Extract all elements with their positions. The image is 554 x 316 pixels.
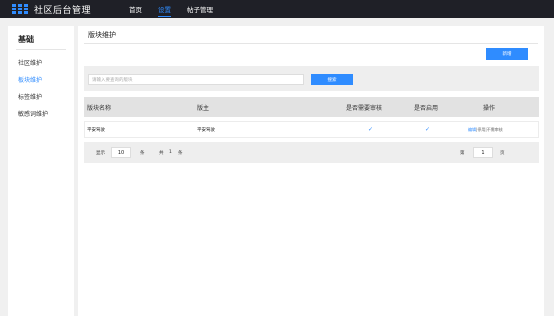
page-prefix: 第 bbox=[460, 150, 465, 156]
nav-item-settings[interactable]: 设置 bbox=[150, 0, 179, 18]
main-panel: 版块维护 新增 请输入要查询的版块 搜索 版块名称 版主 是否需要审核 是否启用… bbox=[78, 26, 544, 316]
add-button[interactable]: 新增 bbox=[486, 48, 528, 60]
needs-review-check-icon: ✓ bbox=[368, 126, 374, 133]
no-review-link[interactable]: 不需审核 bbox=[487, 127, 503, 133]
tab-board-maintenance[interactable]: 版块维护 bbox=[88, 30, 116, 44]
total-label: 共 bbox=[159, 150, 164, 156]
grid-logo-icon bbox=[12, 4, 28, 14]
page-size-input[interactable]: 10 bbox=[111, 147, 131, 158]
nav-item-post-management[interactable]: 帖子管理 bbox=[179, 0, 221, 18]
top-nav-bar: 社区后台管理 首页 设置 帖子管理 bbox=[0, 0, 554, 18]
page-number-input[interactable]: 1 bbox=[473, 147, 493, 158]
sidebar-item-board[interactable]: 板块维护 bbox=[8, 71, 74, 88]
column-header-moderator: 版主 bbox=[197, 104, 210, 112]
edit-link[interactable]: 编辑 bbox=[468, 127, 476, 133]
page-size-unit: 条 bbox=[140, 150, 145, 156]
table-header: 版块名称 版主 是否需要审核 是否启用 操作 bbox=[84, 97, 539, 117]
column-header-actions: 操作 bbox=[483, 104, 496, 112]
total-unit: 条 bbox=[178, 150, 183, 156]
tab-divider bbox=[84, 43, 538, 44]
disable-link[interactable]: 停用 bbox=[477, 127, 485, 133]
sidebar: 基础 社区维护 板块维护 标签维护 敏感词维护 bbox=[8, 26, 74, 316]
page-unit: 页 bbox=[500, 150, 505, 156]
column-header-needs-review: 是否需要审核 bbox=[346, 104, 383, 112]
sidebar-divider bbox=[16, 49, 66, 50]
search-input[interactable]: 请输入要查询的版块 bbox=[88, 74, 304, 85]
sidebar-item-community[interactable]: 社区维护 bbox=[8, 54, 74, 71]
sidebar-item-sensitive-words[interactable]: 敏感词维护 bbox=[8, 105, 74, 122]
column-header-enabled: 是否启用 bbox=[414, 104, 439, 112]
main-nav: 首页 设置 帖子管理 bbox=[121, 0, 221, 18]
table-row: 平安驾驶 平安驾驶 ✓ ✓ 编辑 | 停用 | 不需审核 bbox=[84, 121, 539, 138]
sidebar-item-tags[interactable]: 标签维护 bbox=[8, 88, 74, 105]
row-actions: 编辑 | 停用 | 不需审核 bbox=[468, 122, 503, 137]
cell-moderator: 平安驾驶 bbox=[197, 127, 215, 133]
search-bar: 请输入要查询的版块 搜索 bbox=[84, 66, 539, 91]
sidebar-title: 基础 bbox=[18, 35, 34, 44]
column-header-board-name: 版块名称 bbox=[87, 104, 112, 112]
total-count: 1 bbox=[169, 150, 172, 155]
app-title: 社区后台管理 bbox=[34, 5, 92, 16]
search-button[interactable]: 搜索 bbox=[311, 74, 353, 85]
app-logo[interactable]: 社区后台管理 bbox=[12, 3, 91, 16]
page-size-label: 显示 bbox=[96, 150, 105, 156]
enabled-check-icon: ✓ bbox=[425, 126, 431, 133]
nav-item-home[interactable]: 首页 bbox=[121, 0, 150, 18]
cell-board-name: 平安驾驶 bbox=[87, 127, 105, 133]
pagination-bar: 显示 10 条 共 1 条 第 1 页 bbox=[84, 142, 539, 163]
